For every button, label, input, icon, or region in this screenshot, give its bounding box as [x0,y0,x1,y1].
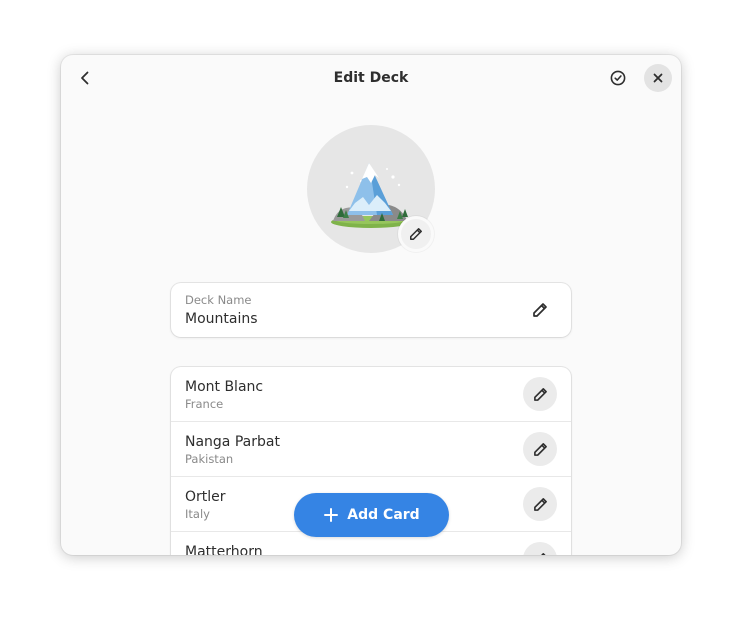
add-card-label: Add Card [347,507,420,523]
edit-card-button[interactable] [523,487,557,521]
card-title: Ortler [185,489,226,505]
page-title: Edit Deck [333,70,409,86]
edit-avatar-button[interactable] [398,216,434,252]
list-item[interactable]: Mont Blanc France [171,367,571,422]
card-title: Nanga Parbat [185,434,280,450]
edit-deck-window: Edit Deck Deck Name Mountains Mont Blanc… [61,55,681,555]
deck-name-value[interactable]: Mountains [185,311,258,327]
card-subtitle: Pakistan [185,452,234,466]
card-subtitle: Italy [185,507,210,521]
close-icon [653,73,663,83]
header-bar: Edit Deck [61,55,681,101]
edit-deck-name-button[interactable] [526,296,554,324]
add-card-button[interactable]: Add Card [294,493,449,537]
pencil-icon [533,303,547,317]
back-button[interactable] [71,64,99,92]
deck-avatar [307,125,435,253]
edit-card-button[interactable] [523,377,557,411]
card-title: Mont Blanc [185,379,264,395]
confirm-button[interactable] [604,64,632,92]
deck-name-field[interactable]: Deck Name Mountains [171,283,571,337]
pencil-icon [533,387,547,401]
pencil-icon [533,442,547,456]
deck-name-label: Deck Name [185,293,252,307]
card-title: Matterhorn [185,544,263,555]
edit-card-button[interactable] [523,542,557,555]
pencil-icon [533,497,547,511]
list-item[interactable]: Nanga Parbat Pakistan [171,422,571,477]
check-circle-icon [610,70,626,86]
edit-card-button[interactable] [523,432,557,466]
pencil-icon [540,552,546,555]
pencil-icon [410,228,422,240]
close-button[interactable] [644,64,672,92]
chevron-left-icon [81,71,89,85]
plus-icon [323,507,339,523]
card-subtitle: France [185,397,224,411]
